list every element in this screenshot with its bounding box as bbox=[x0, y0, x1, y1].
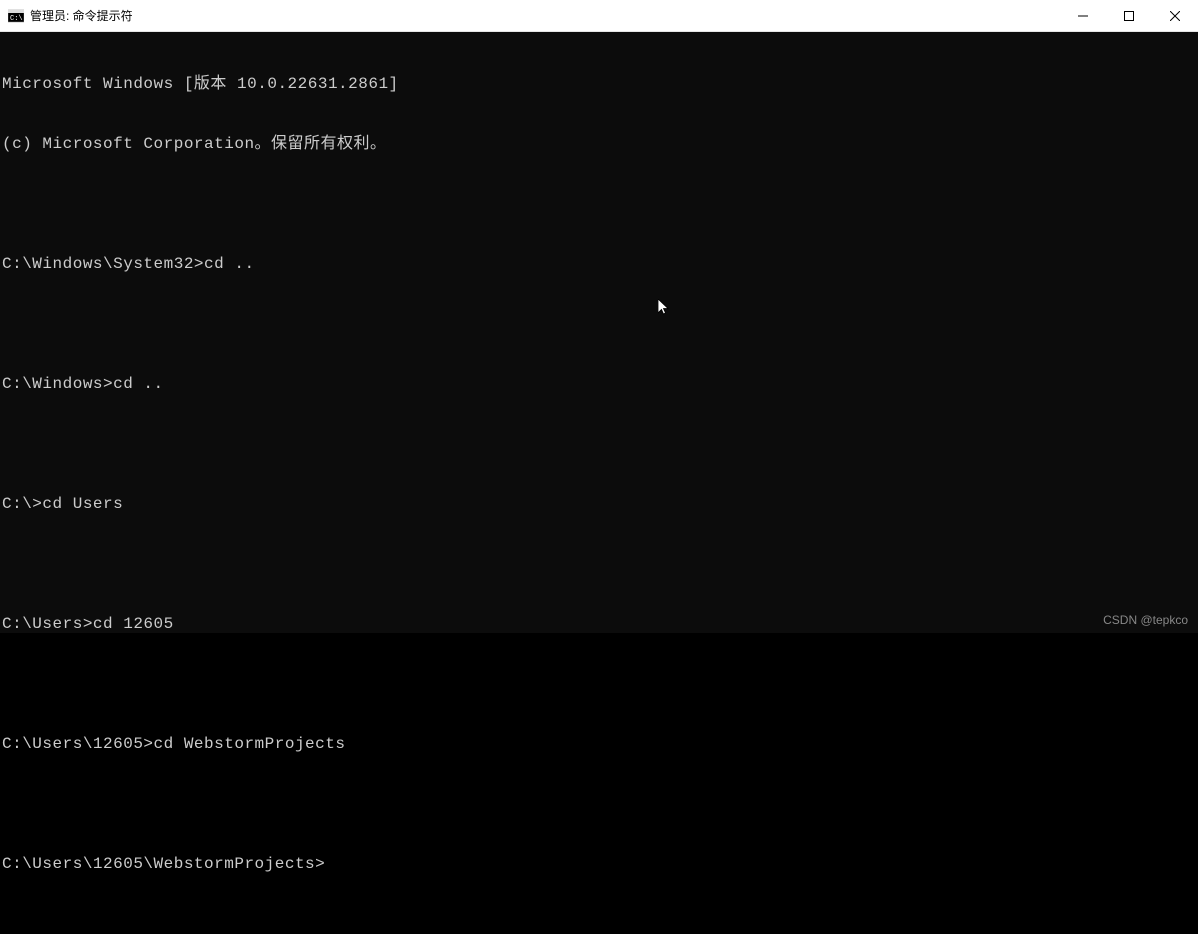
terminal-line bbox=[2, 194, 1198, 214]
cmd-icon: C:\ bbox=[8, 8, 24, 24]
terminal-line bbox=[2, 554, 1198, 574]
terminal-line: C:\Windows\System32>cd .. bbox=[2, 254, 1198, 274]
terminal-area[interactable]: Microsoft Windows [版本 10.0.22631.2861] (… bbox=[0, 32, 1198, 633]
watermark: CSDN @tepkco bbox=[1103, 613, 1188, 627]
terminal-line: C:\Users>cd 12605 bbox=[2, 614, 1198, 634]
terminal-line: C:\Windows>cd .. bbox=[2, 374, 1198, 394]
close-button[interactable] bbox=[1152, 0, 1198, 31]
terminal-line: C:\Users\12605>cd WebstormProjects bbox=[2, 734, 1198, 754]
terminal-line: C:\>cd Users bbox=[2, 494, 1198, 514]
maximize-button[interactable] bbox=[1106, 0, 1152, 31]
titlebar: C:\ 管理员: 命令提示符 bbox=[0, 0, 1198, 32]
terminal-line: Microsoft Windows [版本 10.0.22631.2861] bbox=[2, 74, 1198, 94]
terminal-line bbox=[2, 674, 1198, 694]
terminal-prompt: C:\Users\12605\WebstormProjects> bbox=[2, 854, 1198, 874]
svg-text:C:\: C:\ bbox=[10, 15, 23, 23]
mouse-cursor-icon bbox=[618, 279, 630, 297]
terminal-line bbox=[2, 314, 1198, 334]
terminal-line bbox=[2, 434, 1198, 454]
titlebar-left: C:\ 管理员: 命令提示符 bbox=[8, 7, 133, 24]
terminal-line: (c) Microsoft Corporation。保留所有权利。 bbox=[2, 134, 1198, 154]
terminal-line bbox=[2, 794, 1198, 814]
window-title: 管理员: 命令提示符 bbox=[30, 7, 133, 24]
window-controls bbox=[1060, 0, 1198, 31]
minimize-button[interactable] bbox=[1060, 0, 1106, 31]
